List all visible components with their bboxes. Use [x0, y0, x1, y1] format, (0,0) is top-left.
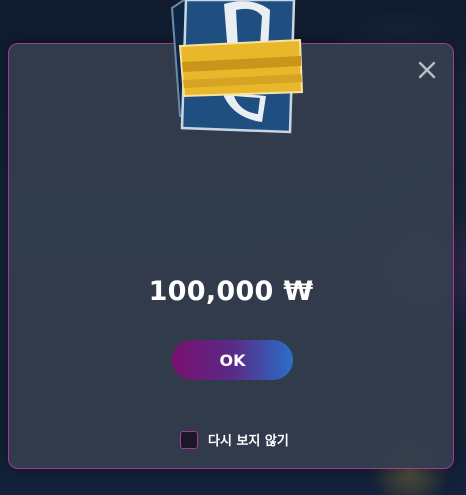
reward-amount: 100,000 ₩: [148, 276, 314, 307]
dont-show-again-checkbox[interactable]: [180, 430, 198, 449]
ticket-icon: [162, 0, 304, 136]
close-button[interactable]: [417, 60, 437, 80]
dont-show-again-label: 다시 보지 않기: [208, 434, 289, 449]
dont-show-again-option[interactable]: 다시 보지 않기: [180, 430, 289, 449]
ok-button[interactable]: OK: [172, 340, 293, 380]
close-icon: [418, 61, 436, 79]
